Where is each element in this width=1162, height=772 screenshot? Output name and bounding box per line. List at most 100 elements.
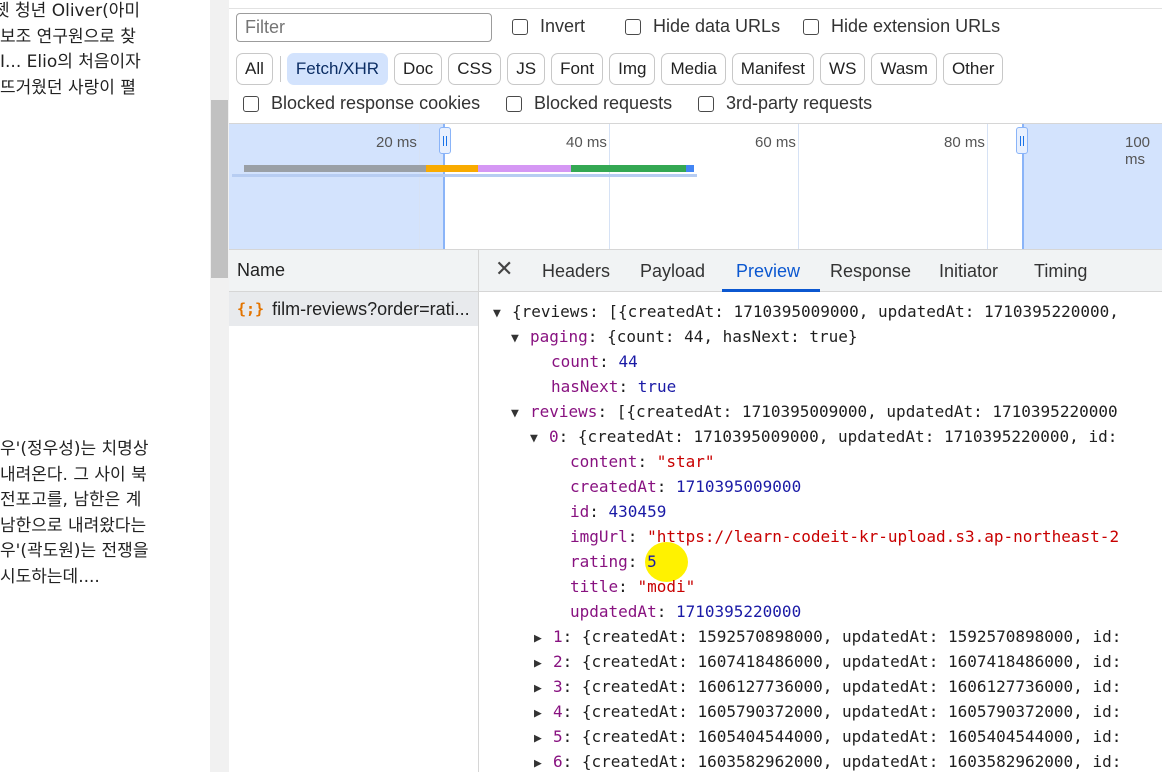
- request-bar-download: [571, 165, 686, 172]
- description-line: 전포고를, 남한은 계: [0, 490, 142, 510]
- json-key: rating: [570, 552, 628, 571]
- collapsed-triangle-icon[interactable]: ▶: [534, 701, 553, 726]
- collapsed-triangle-icon[interactable]: ▶: [534, 676, 553, 701]
- third-party-checkbox[interactable]: 3rd-party requests: [698, 93, 872, 114]
- json-preview-continued: rating: 5 title: "modi" updatedAt: 17103…: [479, 292, 1162, 772]
- tree-node-title: title: "modi": [570, 577, 696, 596]
- type-filter-ws[interactable]: WS: [820, 52, 866, 85]
- tab-timing[interactable]: Timing: [1034, 261, 1087, 282]
- details-tabbar: ✕ Headers Payload Preview Response Initi…: [479, 250, 1162, 292]
- window-handle-left[interactable]: [439, 127, 451, 154]
- window-handle-right[interactable]: [1016, 127, 1028, 154]
- checkbox-box[interactable]: [506, 95, 522, 112]
- name-column-header[interactable]: Name: [229, 250, 478, 292]
- blocked-filters-row: Blocked response cookies Blocked request…: [229, 90, 1162, 120]
- request-list: Name {;} film-reviews?order=rati...: [229, 250, 479, 772]
- type-filter-font[interactable]: Font: [551, 52, 604, 85]
- json-key: 5: [553, 727, 563, 746]
- checkbox-box[interactable]: [243, 95, 259, 112]
- type-filter-other[interactable]: Other: [942, 52, 1004, 85]
- request-bar-waiting: [478, 165, 571, 172]
- description-line: I... Elio의 처음이자: [0, 52, 141, 72]
- type-filter-fetch-xhr[interactable]: Fetch/XHR: [286, 52, 389, 85]
- request-bar-stalled: [426, 165, 478, 172]
- invert-label: Invert: [540, 16, 586, 36]
- tab-preview[interactable]: Preview: [736, 261, 800, 282]
- filter-input[interactable]: [236, 13, 492, 42]
- tick-label: 100 ms: [1125, 134, 1151, 168]
- description-line: 젯 청년 Oliver(아미: [0, 1, 140, 21]
- tab-response[interactable]: Response: [830, 261, 911, 282]
- tab-payload[interactable]: Payload: [640, 261, 705, 282]
- name-header-label: Name: [237, 260, 286, 280]
- tree-node-review-6[interactable]: ▶ 6: {createdAt: 1603582962000, updatedAt…: [534, 749, 1121, 772]
- type-filter-wasm[interactable]: Wasm: [871, 52, 937, 85]
- tree-node-review-4[interactable]: ▶ 4: {createdAt: 1605790372000, updatedAt…: [534, 699, 1121, 724]
- request-bar-queueing: [244, 165, 426, 172]
- request-name: film-reviews?order=rati...: [272, 298, 470, 319]
- description-line: 우'(곽도원)는 전쟁을: [0, 541, 149, 561]
- blocked-cookies-checkbox[interactable]: Blocked response cookies: [243, 93, 480, 114]
- hide-data-urls-checkbox[interactable]: Hide data URLs: [625, 16, 780, 37]
- timeline-overview[interactable]: 20 ms 40 ms 60 ms 80 ms 100 ms: [229, 123, 1162, 250]
- collapsed-triangle-icon[interactable]: ▶: [534, 651, 553, 676]
- resource-type-filters: All Fetch/XHR Doc CSS JS Font Img Media …: [236, 52, 1009, 85]
- checkbox-box[interactable]: [698, 95, 714, 112]
- tab-initiator[interactable]: Initiator: [939, 261, 998, 282]
- tab-headers[interactable]: Headers: [542, 261, 610, 282]
- hide-extension-urls-label: Hide extension URLs: [831, 16, 1001, 36]
- type-separator: [279, 55, 281, 82]
- blocked-requests-label: Blocked requests: [534, 93, 673, 113]
- tree-node-review-1[interactable]: ▶ 1: {createdAt: 1592570898000, updatedAt…: [534, 624, 1121, 649]
- description-line: 우'(정우성)는 치명상: [0, 439, 149, 459]
- json-summary: {createdAt: 1606127736000, updatedAt: 16…: [581, 677, 1122, 696]
- tick-label: 60 ms: [755, 134, 796, 151]
- tree-node-updatedat: updatedAt: 1710395220000: [570, 602, 802, 621]
- third-party-label: 3rd-party requests: [726, 93, 873, 113]
- json-summary: {createdAt: 1605404544000, updatedAt: 16…: [581, 727, 1122, 746]
- webpage-content: 젯 청년 Oliver(아미 보조 연구원으로 찾 I... Elio의 처음이…: [0, 0, 210, 772]
- collapsed-triangle-icon[interactable]: ▶: [534, 751, 553, 772]
- description-line: 보조 연구원으로 찾: [0, 26, 136, 47]
- page-scrollbar-thumb[interactable]: [211, 100, 228, 278]
- json-summary: {createdAt: 1592570898000, updatedAt: 15…: [581, 627, 1122, 646]
- description-line: 내려온다. 그 사이 북: [0, 464, 147, 485]
- request-row[interactable]: {;} film-reviews?order=rati...: [229, 292, 478, 326]
- tick-label: 20 ms: [376, 134, 417, 151]
- request-underline: [232, 174, 697, 177]
- type-filter-manifest[interactable]: Manifest: [731, 52, 815, 85]
- json-key: 2: [553, 652, 563, 671]
- json-key: 3: [553, 677, 563, 696]
- type-filter-js[interactable]: JS: [507, 52, 546, 85]
- blocked-requests-checkbox[interactable]: Blocked requests: [506, 93, 672, 114]
- type-filter-media[interactable]: Media: [661, 52, 726, 85]
- tree-node-review-5[interactable]: ▶ 5: {createdAt: 1605404544000, updatedAt…: [534, 724, 1121, 749]
- json-summary: {createdAt: 1605790372000, updatedAt: 16…: [581, 702, 1122, 721]
- request-bar-end: [686, 165, 694, 172]
- type-filter-css[interactable]: CSS: [448, 52, 502, 85]
- type-filter-doc[interactable]: Doc: [394, 52, 443, 85]
- tree-node-review-2[interactable]: ▶ 2: {createdAt: 1607418486000, updatedAt…: [534, 649, 1121, 674]
- hide-extension-urls-checkbox[interactable]: Hide extension URLs: [803, 16, 1000, 37]
- checkbox-box[interactable]: [512, 18, 528, 35]
- filter-row: Invert Hide data URLs Hide extension URL…: [229, 12, 1162, 46]
- checkbox-box[interactable]: [625, 18, 641, 35]
- json-summary: {createdAt: 1607418486000, updatedAt: 16…: [581, 652, 1122, 671]
- description-line: 시도하는데....: [0, 566, 100, 587]
- collapsed-triangle-icon[interactable]: ▶: [534, 626, 553, 651]
- collapsed-triangle-icon[interactable]: ▶: [534, 726, 553, 751]
- json-number: 5: [647, 552, 657, 571]
- type-filter-all[interactable]: All: [236, 52, 273, 85]
- tree-node-review-3[interactable]: ▶ 3: {createdAt: 1606127736000, updatedAt…: [534, 674, 1121, 699]
- json-summary: {createdAt: 1603582962000, updatedAt: 16…: [581, 752, 1122, 771]
- movie-description-bottom: 우'(정우성)는 치명상 내려온다. 그 사이 북 전포고를, 남한은 계 남한…: [0, 437, 210, 590]
- gridline: [798, 124, 799, 249]
- tick-label: 80 ms: [944, 134, 985, 151]
- tree-node-rating: rating: 5: [570, 552, 657, 571]
- invert-checkbox[interactable]: Invert: [512, 16, 585, 37]
- close-icon[interactable]: ✕: [495, 258, 513, 282]
- type-filter-img[interactable]: Img: [609, 52, 656, 85]
- gridline: [609, 124, 610, 249]
- checkbox-box[interactable]: [803, 18, 819, 35]
- tick-label: 40 ms: [566, 134, 607, 151]
